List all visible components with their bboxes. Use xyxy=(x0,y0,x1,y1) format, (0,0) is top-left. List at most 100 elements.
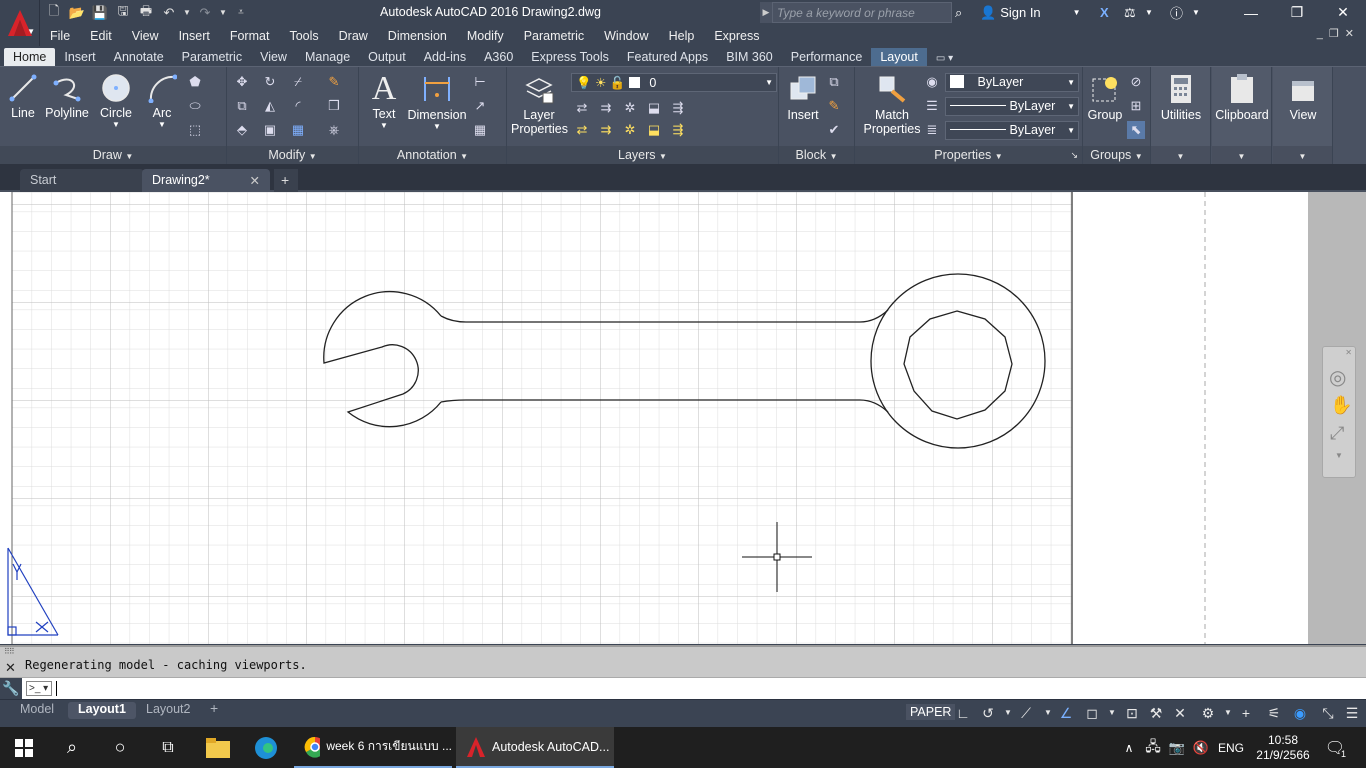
camera-icon[interactable]: 📷 xyxy=(1166,727,1188,768)
customize-qat-icon[interactable]: ⩡ xyxy=(231,3,251,23)
task-view-icon[interactable]: ⧉ xyxy=(144,727,192,768)
menu-modify[interactable]: Modify xyxy=(457,29,514,43)
utilities-expand-icon[interactable]: ▼ xyxy=(1151,146,1210,165)
menu-help[interactable]: Help xyxy=(659,29,705,43)
zoom-extents-icon[interactable]: ⤢ xyxy=(1330,423,1344,444)
chevron-down-icon[interactable]: ▼ xyxy=(1218,704,1238,722)
drawing-window-controls[interactable]: _❐✕ xyxy=(1317,27,1360,40)
annotation-scale-icon[interactable]: ✕ xyxy=(1170,704,1190,722)
chevron-down-icon[interactable]: ▼ xyxy=(1102,704,1122,722)
menu-insert[interactable]: Insert xyxy=(169,29,220,43)
new-layout-button[interactable]: + xyxy=(200,700,228,717)
layers-panel-title[interactable]: Layers ▼ xyxy=(507,146,778,165)
annotation-visibility-icon[interactable]: ⚒ xyxy=(1146,704,1166,722)
command-input[interactable]: 🔧 >_ ▾ xyxy=(0,677,1366,700)
color-dropdown[interactable]: ByLayer ▼ xyxy=(945,73,1079,92)
object-snap-icon[interactable]: ∠ xyxy=(1056,704,1076,722)
undo-dropdown-icon[interactable]: ▼ xyxy=(182,3,192,23)
binoculars-icon[interactable]: ⌕ xyxy=(955,2,962,23)
create-block-icon[interactable]: ⧉ xyxy=(825,73,843,91)
polygon-icon[interactable]: ⬟ xyxy=(186,73,204,91)
polar-tracking-icon[interactable]: ↺ xyxy=(978,704,998,722)
command-prompt-icon[interactable]: >_ ▾ xyxy=(26,681,52,696)
dialog-launcher-icon[interactable]: ↘ xyxy=(1070,146,1078,165)
layer-match-icon[interactable]: ⇶ xyxy=(669,99,687,117)
save-as-icon[interactable]: 🖫 xyxy=(113,3,133,23)
paper-space-toggle[interactable]: PAPER xyxy=(906,704,956,720)
edge-icon[interactable] xyxy=(242,727,290,768)
edit-block-icon[interactable]: ✎ xyxy=(825,97,843,115)
hardware-acceleration-icon[interactable]: ◉ xyxy=(1290,704,1310,722)
layer-current-icon[interactable]: ⇶ xyxy=(669,121,687,139)
redo-dropdown-icon[interactable]: ▼ xyxy=(218,3,228,23)
open-icon[interactable]: 📂 xyxy=(67,3,87,23)
move-icon[interactable]: ✥ xyxy=(233,73,251,91)
search-expand-icon[interactable]: ▶ xyxy=(760,2,772,23)
new-tab-button[interactable]: + xyxy=(274,169,298,192)
view-expand-icon[interactable]: ▼ xyxy=(1273,146,1332,165)
notifications-button[interactable]: 🗨 1 xyxy=(1318,727,1352,768)
tab-annotate[interactable]: Annotate xyxy=(105,48,173,66)
scale-icon[interactable]: ▣ xyxy=(261,121,279,139)
exchange-x-icon[interactable]: X xyxy=(1100,2,1109,23)
utilities-button[interactable]: Utilities xyxy=(1151,73,1211,122)
layout-tab-layout1[interactable]: Layout1 xyxy=(68,702,136,719)
print-icon[interactable]: 🖶 xyxy=(136,3,156,23)
clipboard-button[interactable]: Clipboard xyxy=(1212,73,1272,122)
menu-tools[interactable]: Tools xyxy=(279,29,328,43)
close-icon[interactable]: ✕ xyxy=(1320,0,1366,25)
new-icon[interactable]: 🗋 xyxy=(44,3,64,23)
rotate-icon[interactable]: ↻ xyxy=(261,73,279,91)
wrench-icon[interactable]: 🔧 xyxy=(0,678,22,700)
trim-icon[interactable]: ⌿ xyxy=(289,73,307,91)
file-explorer-icon[interactable] xyxy=(194,727,242,768)
network-icon[interactable]: 🖧 xyxy=(1142,727,1164,768)
tab-layout[interactable]: Layout xyxy=(871,48,927,66)
clipboard-panel[interactable]: Clipboard ▼ xyxy=(1212,67,1272,165)
layer-on-icon[interactable]: ✲ xyxy=(621,121,639,139)
tab-home[interactable]: Home xyxy=(4,48,56,66)
layer-dropdown[interactable]: 💡 ☀ 🔓 0 ▼ xyxy=(571,73,777,92)
menu-format[interactable]: Format xyxy=(220,29,280,43)
layer-unisolate-icon[interactable]: ⇄ xyxy=(573,121,591,139)
2d-osnap-icon[interactable]: ◻ xyxy=(1082,704,1102,722)
layer-freeze-icon[interactable]: ⇉ xyxy=(597,99,615,117)
block-panel-title[interactable]: Block ▼ xyxy=(779,146,854,165)
menu-parametric[interactable]: Parametric xyxy=(514,29,594,43)
layer-properties-button[interactable]: Layer Properties xyxy=(511,73,568,136)
redo-icon[interactable]: ↷ xyxy=(195,3,215,23)
group-button[interactable]: Group xyxy=(1085,73,1125,122)
speaker-muted-icon[interactable]: 🔇 xyxy=(1190,727,1212,768)
mirror-icon[interactable]: ◭ xyxy=(261,97,279,115)
layer-off-icon[interactable]: ✲ xyxy=(621,99,639,117)
modify-panel-title[interactable]: Modify ▼ xyxy=(227,146,358,165)
grip-icon[interactable]: ⠿⠿ xyxy=(4,647,15,656)
file-tab-start[interactable]: Start xyxy=(20,169,144,192)
linear-dim-icon[interactable]: ⊢ xyxy=(471,73,489,91)
group-edit-icon[interactable]: ⊞ xyxy=(1127,97,1145,115)
arc-button[interactable]: Arc ▼ xyxy=(144,73,180,129)
table-icon[interactable]: ▦ xyxy=(471,121,489,139)
application-menu-button[interactable]: ▼ xyxy=(0,0,40,46)
tab-view[interactable]: View xyxy=(251,48,296,66)
language-indicator[interactable]: ENG xyxy=(1214,727,1248,768)
fillet-icon[interactable]: ◜ xyxy=(289,97,307,115)
menu-file[interactable]: File xyxy=(40,29,80,43)
dimension-button[interactable]: Dimension ▼ xyxy=(405,73,469,131)
help-dropdown-icon[interactable]: ▼ xyxy=(1192,2,1200,23)
object-snap-tracking-icon[interactable]: ⟋ xyxy=(1016,704,1036,722)
autodesk-app-icon[interactable]: ⚖ xyxy=(1124,2,1136,23)
offset-icon[interactable]: ⎈ xyxy=(325,121,343,139)
plus-icon[interactable]: + xyxy=(1236,704,1256,722)
tab-express-tools[interactable]: Express Tools xyxy=(522,48,618,66)
layer-isolate-icon[interactable]: ⇄ xyxy=(573,99,591,117)
chevron-down-icon[interactable]: ▼ xyxy=(1145,2,1153,23)
menu-draw[interactable]: Draw xyxy=(329,29,378,43)
array-icon[interactable]: ▦ xyxy=(289,121,307,139)
menu-view[interactable]: View xyxy=(122,29,169,43)
circle-button[interactable]: Circle ▼ xyxy=(96,73,136,129)
view-panel[interactable]: View ▼ xyxy=(1273,67,1333,165)
match-properties-button[interactable]: Match Properties xyxy=(861,73,923,136)
sign-in-button[interactable]: 👤 Sign In ▼ xyxy=(980,2,1081,23)
stretch-icon[interactable]: ⬘ xyxy=(233,121,251,139)
